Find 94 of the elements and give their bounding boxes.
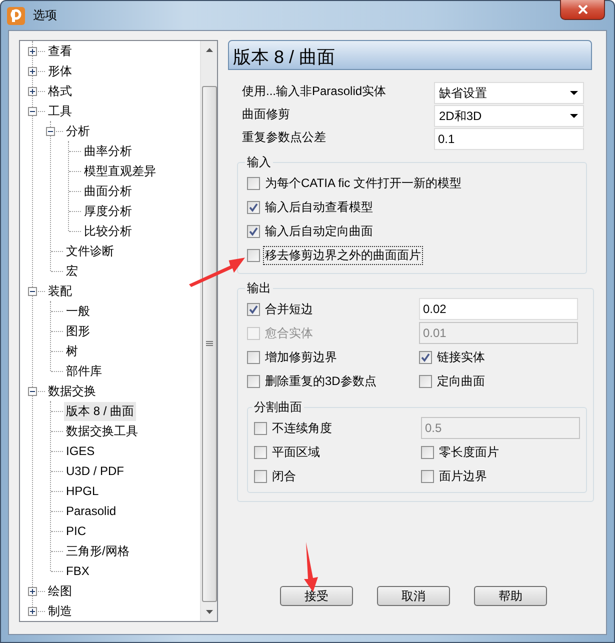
collapse-icon[interactable] (28, 387, 37, 396)
checkbox-label: 合并短边 (264, 300, 314, 318)
tree-item[interactable]: 树 (64, 342, 80, 360)
tree-item[interactable]: 曲率分析 (82, 142, 134, 160)
checkbox-label: 平面区域 (271, 444, 321, 460)
dropdown[interactable]: 2D和3D (434, 105, 584, 127)
page-title: 版本 8 / 曲面 (228, 40, 592, 70)
expand-icon[interactable] (28, 607, 37, 616)
group-title: 分割曲面 (253, 399, 303, 416)
checkbox-label: 增加修剪边界 (264, 348, 338, 366)
tree-item[interactable]: 格式 (46, 82, 74, 100)
checkbox[interactable] (419, 374, 432, 388)
window-title: 选项 (33, 7, 57, 24)
checkbox-label: 定向曲面 (436, 372, 486, 390)
tree-item[interactable]: U3D / PDF (64, 463, 126, 479)
group-title: 输出 (246, 280, 272, 297)
checkbox[interactable] (419, 350, 432, 364)
annotation-arrow (189, 255, 245, 287)
tree-item[interactable]: 分析 (64, 122, 92, 140)
checkbox-label: 删除重复的3D参数点 (264, 372, 378, 390)
group-title: 输入 (246, 154, 272, 171)
checkbox-label: 愈合实体 (264, 324, 314, 342)
scrollbar[interactable] (200, 41, 217, 621)
grip-icon (206, 341, 212, 347)
tree-item[interactable]: 工具 (46, 102, 74, 120)
checkbox-label: 不连续角度 (271, 420, 333, 436)
tree-item[interactable]: 模型直观差异 (82, 162, 158, 180)
checkbox-label: 链接实体 (436, 348, 486, 366)
tree-item[interactable]: 制造 (46, 602, 74, 620)
checkbox[interactable] (421, 446, 434, 458)
checkbox[interactable] (247, 350, 260, 364)
collapse-icon[interactable] (28, 287, 37, 296)
checkbox[interactable] (247, 224, 260, 238)
checkbox-label: 闭合 (271, 468, 297, 484)
scroll-up-icon[interactable] (206, 48, 212, 52)
checkbox-label: 输入后自动查看模型 (264, 198, 374, 216)
close-button[interactable] (560, 0, 605, 20)
tree-item[interactable]: 比较分析 (82, 222, 134, 240)
field-label: 重复参数点公差 (242, 129, 326, 146)
dialog-button[interactable]: 接受 (280, 586, 353, 606)
checkbox[interactable] (247, 176, 260, 190)
tree-item[interactable]: 文件诊断 (64, 242, 116, 260)
checkbox[interactable] (247, 374, 260, 388)
checkbox-label: 面片边界 (438, 468, 488, 484)
checkbox[interactable] (254, 422, 267, 434)
collapse-icon[interactable] (46, 127, 55, 136)
caret-icon (570, 91, 578, 95)
scroll-down-icon[interactable] (206, 610, 212, 614)
tree-item[interactable]: 绘图 (46, 582, 74, 600)
caret-icon (570, 114, 578, 118)
expand-icon[interactable] (28, 47, 37, 56)
annotation-arrow (303, 542, 319, 592)
tree-item[interactable]: HPGL (64, 483, 101, 499)
dialog-button[interactable]: 取消 (377, 586, 450, 606)
checkbox-label: 为每个CATIA fic 文件打开一新的模型 (264, 174, 462, 192)
tree-item[interactable]: 宏 (64, 262, 80, 280)
tree-item[interactable]: 数据交换 (46, 382, 98, 400)
tree-item[interactable]: 图形 (64, 322, 92, 340)
tree-item[interactable]: 三角形/网格 (64, 542, 132, 560)
checkbox[interactable] (247, 200, 260, 214)
tree-item[interactable]: 形体 (46, 62, 74, 80)
app-icon (7, 6, 25, 24)
checkbox[interactable] (421, 470, 434, 482)
expand-icon[interactable] (28, 87, 37, 96)
field-label: 曲面修剪 (242, 106, 290, 123)
checkbox-label: 零长度面片 (438, 444, 500, 460)
close-icon (578, 5, 588, 14)
input-field[interactable]: 0.1 (434, 128, 584, 150)
input-field[interactable]: 0.02 (419, 298, 578, 320)
field-label: 使用...输入非Parasolid实体 (242, 83, 386, 100)
checkbox-label: 移去修剪边界之外的曲面面片 (263, 246, 423, 264)
checkbox[interactable] (254, 470, 267, 482)
expand-icon[interactable] (28, 587, 37, 596)
tree-item[interactable]: PIC (64, 523, 88, 539)
tree-item[interactable]: 查看 (46, 42, 74, 60)
tree-item[interactable]: 装配 (46, 282, 74, 300)
dialog-button[interactable]: 帮助 (474, 586, 547, 606)
checkbox-label: 输入后自动定向曲面 (264, 222, 374, 240)
tree-item[interactable]: IGES (64, 443, 97, 459)
collapse-icon[interactable] (28, 107, 37, 116)
tree-item[interactable]: 一般 (64, 302, 92, 320)
tree-item[interactable]: 版本 8 / 曲面 (64, 402, 136, 420)
tree-item[interactable]: 曲面分析 (82, 182, 134, 200)
scrollbar-thumb[interactable] (202, 86, 216, 602)
expand-icon[interactable] (28, 67, 37, 76)
tree-item[interactable]: 部件库 (64, 362, 104, 380)
tree-item[interactable]: Parasolid (64, 503, 118, 519)
checkbox[interactable] (247, 302, 260, 316)
tree-item[interactable]: FBX (64, 563, 92, 579)
tree-item[interactable]: 厚度分析 (82, 202, 134, 220)
dropdown[interactable]: 缺省设置 (434, 82, 584, 104)
checkbox[interactable] (247, 248, 260, 262)
tree-item[interactable]: 数据交换工具 (64, 422, 140, 440)
checkbox[interactable] (254, 446, 267, 458)
